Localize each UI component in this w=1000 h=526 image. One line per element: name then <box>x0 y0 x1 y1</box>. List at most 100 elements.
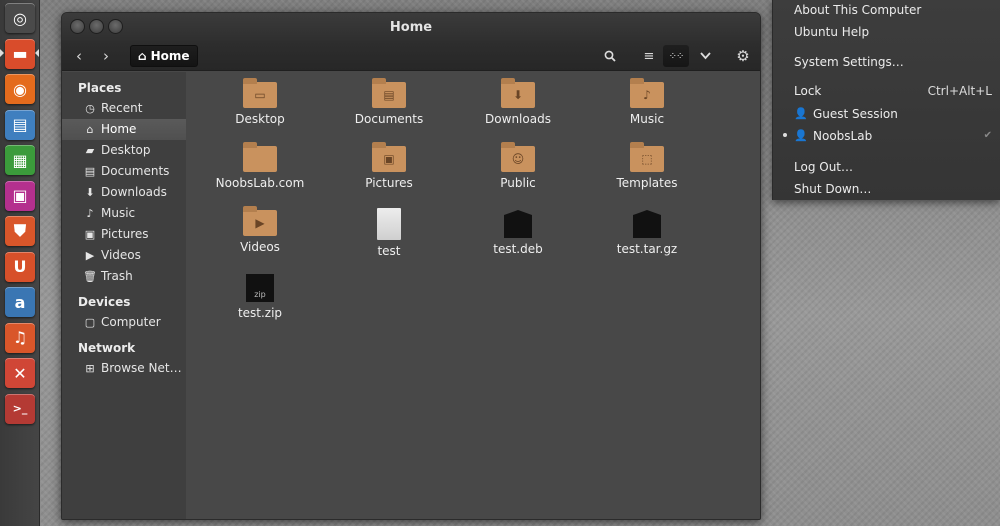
sidebar-item-label: Downloads <box>101 185 167 199</box>
minimize-button[interactable] <box>89 19 104 34</box>
sidebar-item-downloads[interactable]: ⬇ Downloads <box>62 182 186 203</box>
menu-label: Ubuntu Help <box>794 25 870 39</box>
menu-item-shutdown[interactable]: Shut Down… <box>794 179 992 199</box>
file-grid: ▭ Desktop ▤ Documents ⬇ Downloads ♪ Music NoobsL… <box>186 72 760 519</box>
music-icon: ♫ <box>12 328 28 347</box>
launcher-terminal[interactable]: >_ <box>5 393 35 424</box>
file-item[interactable]: ▭ Desktop <box>196 78 324 140</box>
sidebar-item-pictures[interactable]: ▣ Pictures <box>62 224 186 245</box>
sidebar-item-recent[interactable]: ◷ Recent <box>62 98 186 119</box>
file-label: Pictures <box>365 176 413 190</box>
active-user-bullet <box>783 133 787 137</box>
file-label: Desktop <box>235 112 285 126</box>
maximize-button[interactable] <box>108 19 123 34</box>
sidebar-item-computer[interactable]: ▢ Computer <box>62 312 186 333</box>
templates-folder-icon: ⬚ <box>630 142 664 172</box>
lock-shortcut: Ctrl+Alt+L <box>927 84 992 98</box>
writer-icon: ▤ <box>12 115 28 134</box>
file-item[interactable]: zip test.zip <box>196 272 324 332</box>
launcher-calc[interactable]: ▦ <box>5 145 35 175</box>
sidebar-item-label: Documents <box>101 164 170 178</box>
menu-label: System Settings… <box>794 55 904 69</box>
menu-item-user[interactable]: 👤 NoobsLab ✔ <box>794 126 992 146</box>
focused-indicator <box>35 49 39 57</box>
computer-icon: ▢ <box>84 316 96 329</box>
chevron-down-icon <box>699 52 711 60</box>
window-title: Home <box>389 19 433 35</box>
menu-item-logout[interactable]: Log Out… <box>794 157 992 177</box>
sidebar-item-trash[interactable]: 🗑 Trash <box>62 266 186 287</box>
software-center-icon: ⛊ <box>13 221 26 240</box>
launcher-music[interactable]: ♫ <box>5 322 35 353</box>
file-item[interactable]: ⬚ Templates <box>583 142 711 204</box>
close-button[interactable] <box>70 19 85 34</box>
list-view-button[interactable]: ≡ <box>636 41 662 71</box>
videos-icon: ▶ <box>85 249 95 262</box>
menu-item-lock[interactable]: Lock Ctrl+Alt+L <box>794 81 992 101</box>
firefox-icon: ◉ <box>13 79 27 99</box>
file-item[interactable]: test.tar.gz <box>583 208 711 268</box>
launcher-files[interactable]: ▬ <box>5 38 35 69</box>
sidebar-item-music[interactable]: ♪ Music <box>62 203 186 224</box>
launcher-firefox[interactable]: ◉ <box>5 74 35 104</box>
sidebar-item-documents[interactable]: ▤ Documents <box>62 161 186 182</box>
pictures-folder-icon: ▣ <box>372 142 406 172</box>
launcher-impress[interactable]: ▣ <box>5 180 35 211</box>
settings-button[interactable]: ⚙ <box>730 41 756 71</box>
sidebar-item-browse-net[interactable]: ⊞ Browse Net… <box>62 358 186 379</box>
folder-icon <box>243 142 277 172</box>
file-item[interactable]: ▤ Documents <box>325 78 453 140</box>
sidebar-item-home[interactable]: ⌂ Home <box>62 119 186 140</box>
downloads-icon: ⬇ <box>85 186 95 199</box>
sidebar-item-label: Recent <box>101 101 143 115</box>
file-item[interactable]: test <box>325 208 453 268</box>
user-icon: 👤 <box>794 107 808 120</box>
file-label: Documents <box>354 112 424 126</box>
view-options-button[interactable] <box>692 41 718 71</box>
files-icon: ▬ <box>12 44 28 63</box>
launcher-dash[interactable]: ◎ <box>5 3 35 33</box>
launcher-ubuntu-one[interactable]: U <box>5 251 35 282</box>
file-label: Videos <box>240 240 280 254</box>
trash-icon: 🗑 <box>83 270 97 283</box>
file-manager-window: Home ‹ › ⌂ Home ≡ ⁘⁘ ⚙ Places ◷ Recent ⌂ Hom… <box>61 12 761 520</box>
ubuntu-one-icon: U <box>13 257 27 276</box>
sidebar-item-label: Trash <box>101 269 133 283</box>
file-item[interactable]: test.deb <box>454 208 582 268</box>
titlebar[interactable]: Home <box>62 13 760 41</box>
file-label: Public <box>500 176 536 190</box>
sidebar-item-label: Music <box>101 206 136 220</box>
menu-item-settings[interactable]: System Settings… <box>794 52 992 72</box>
session-menu: About This Computer Ubuntu Help System S… <box>772 0 1000 200</box>
menu-item-guest-session[interactable]: 👤 Guest Session <box>794 104 992 124</box>
file-item[interactable]: ▶ Videos <box>196 206 324 268</box>
grid-view-button[interactable]: ⁘⁘ <box>663 45 689 67</box>
path-home-button[interactable]: ⌂ Home <box>130 45 198 67</box>
launcher-amazon[interactable]: a <box>5 287 35 317</box>
search-button[interactable] <box>597 41 623 71</box>
sidebar-item-videos[interactable]: ▶ Videos <box>62 245 186 266</box>
file-item[interactable]: ▣ Pictures <box>325 142 453 204</box>
launcher-software-center[interactable]: ⛊ <box>5 216 35 246</box>
launcher-tools[interactable]: ✕ <box>5 358 35 388</box>
dash-icon: ◎ <box>13 8 27 28</box>
documents-folder-icon: ▤ <box>372 78 406 108</box>
list-icon: ≡ <box>643 48 655 64</box>
documents-icon: ▤ <box>84 165 96 178</box>
back-button[interactable]: ‹ <box>66 41 92 71</box>
launcher: ◎ ▬ ◉ ▤ ▦ ▣ ⛊ Ua ♫ ✕ >_ <box>0 0 40 526</box>
file-label: test <box>377 244 401 258</box>
sidebar-item-desktop[interactable]: ▰ Desktop <box>62 140 186 161</box>
file-item[interactable]: ♪ Music <box>583 78 711 140</box>
file-item[interactable]: NoobsLab.com <box>196 142 324 204</box>
file-item[interactable]: ⬇ Downloads <box>454 78 582 140</box>
file-item[interactable]: ☺ Public <box>454 142 582 204</box>
file-label: test.zip <box>237 306 283 320</box>
forward-button[interactable]: › <box>93 41 119 71</box>
home-icon: ⌂ <box>86 123 94 136</box>
menu-item-about[interactable]: About This Computer <box>794 0 992 20</box>
menu-item-help[interactable]: Ubuntu Help <box>794 22 992 42</box>
launcher-writer[interactable]: ▤ <box>5 109 35 140</box>
sidebar-item-label: Desktop <box>101 143 151 157</box>
file-label: test.tar.gz <box>616 242 678 256</box>
